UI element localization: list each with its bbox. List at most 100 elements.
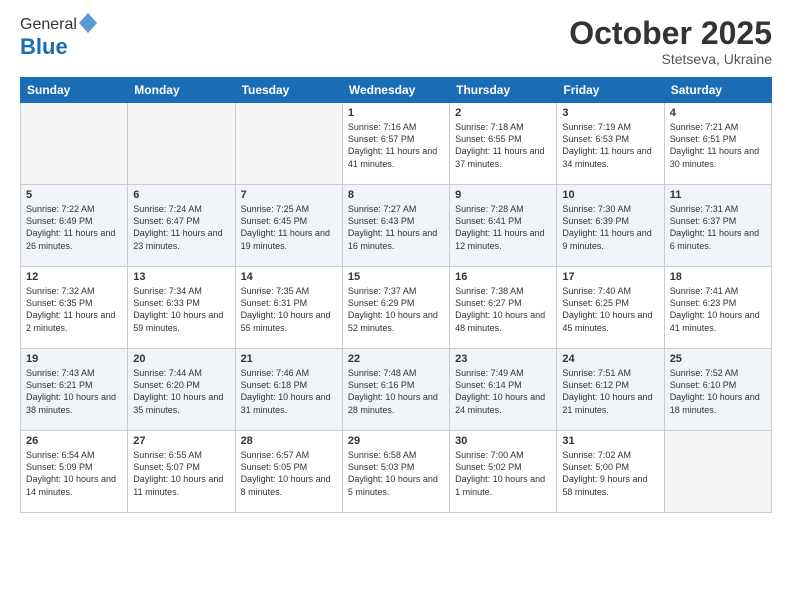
calendar-week-5: 26 Sunrise: 6:54 AMSunset: 5:09 PMDayligh… (21, 431, 772, 513)
table-row: 20 Sunrise: 7:44 AMSunset: 6:20 PMDayligh… (128, 349, 235, 431)
calendar-week-1: 1 Sunrise: 7:16 AMSunset: 6:57 PMDaylight… (21, 103, 772, 185)
day-info: Sunrise: 7:30 AMSunset: 6:39 PMDaylight:… (562, 203, 658, 252)
day-number: 22 (348, 353, 444, 365)
col-friday: Friday (557, 78, 664, 103)
logo: General Blue (20, 16, 97, 60)
day-number: 12 (26, 271, 122, 283)
day-number: 8 (348, 189, 444, 201)
table-row: 16 Sunrise: 7:38 AMSunset: 6:27 PMDayligh… (450, 267, 557, 349)
table-row: 1 Sunrise: 7:16 AMSunset: 6:57 PMDaylight… (342, 103, 449, 185)
day-number: 7 (241, 189, 337, 201)
day-info: Sunrise: 7:46 AMSunset: 6:18 PMDaylight:… (241, 367, 337, 416)
day-number: 3 (562, 107, 658, 119)
day-number: 26 (26, 435, 122, 447)
day-info: Sunrise: 7:52 AMSunset: 6:10 PMDaylight:… (670, 367, 766, 416)
table-row: 22Sunrise: 7:48 AMSunset: 6:16 PMDayligh… (342, 349, 449, 431)
day-info: Sunrise: 6:57 AMSunset: 5:05 PMDaylight:… (241, 449, 337, 498)
day-number: 27 (133, 435, 229, 447)
table-row: 10 Sunrise: 7:30 AMSunset: 6:39 PMDayligh… (557, 185, 664, 267)
col-thursday: Thursday (450, 78, 557, 103)
day-info: Sunrise: 6:54 AMSunset: 5:09 PMDaylight:… (26, 449, 122, 498)
day-info: Sunrise: 7:22 AMSunset: 6:49 PMDaylight:… (26, 203, 122, 252)
day-number: 15 (348, 271, 444, 283)
day-number: 21 (241, 353, 337, 365)
day-info: Sunrise: 7:00 AMSunset: 5:02 PMDaylight:… (455, 449, 551, 498)
table-row (664, 431, 771, 513)
calendar-table: Sunday Monday Tuesday Wednesday Thursday… (20, 77, 772, 513)
table-row: 29 Sunrise: 6:58 AMSunset: 5:03 PMDayligh… (342, 431, 449, 513)
table-row: 18Sunrise: 7:41 AMSunset: 6:23 PMDayligh… (664, 267, 771, 349)
table-row: 21 Sunrise: 7:46 AMSunset: 6:18 PMDayligh… (235, 349, 342, 431)
table-row: 17Sunrise: 7:40 AMSunset: 6:25 PMDayligh… (557, 267, 664, 349)
day-info: Sunrise: 7:18 AMSunset: 6:55 PMDaylight:… (455, 121, 551, 170)
table-row: 26 Sunrise: 6:54 AMSunset: 5:09 PMDayligh… (21, 431, 128, 513)
table-row: 11Sunrise: 7:31 AMSunset: 6:37 PMDayligh… (664, 185, 771, 267)
col-sunday: Sunday (21, 78, 128, 103)
table-row: 15 Sunrise: 7:37 AMSunset: 6:29 PMDayligh… (342, 267, 449, 349)
day-number: 29 (348, 435, 444, 447)
day-info: Sunrise: 7:19 AMSunset: 6:53 PMDaylight:… (562, 121, 658, 170)
location-subtitle: Stetseva, Ukraine (569, 51, 772, 67)
day-number: 5 (26, 189, 122, 201)
col-monday: Monday (128, 78, 235, 103)
day-number: 2 (455, 107, 551, 119)
day-number: 13 (133, 271, 229, 283)
day-number: 23 (455, 353, 551, 365)
day-number: 9 (455, 189, 551, 201)
table-row: 4 Sunrise: 7:21 AMSunset: 6:51 PMDaylight… (664, 103, 771, 185)
table-row (128, 103, 235, 185)
day-number: 1 (348, 107, 444, 119)
day-number: 18 (670, 271, 766, 283)
calendar-week-2: 5 Sunrise: 7:22 AMSunset: 6:49 PMDaylight… (21, 185, 772, 267)
day-info: Sunrise: 7:37 AMSunset: 6:29 PMDaylight:… (348, 285, 444, 334)
day-info: Sunrise: 7:49 AMSunset: 6:14 PMDaylight:… (455, 367, 551, 416)
day-info: Sunrise: 7:31 AMSunset: 6:37 PMDaylight:… (670, 203, 766, 252)
logo-general-text: General (20, 16, 77, 34)
day-info: Sunrise: 7:21 AMSunset: 6:51 PMDaylight:… (670, 121, 766, 170)
day-number: 20 (133, 353, 229, 365)
day-info: Sunrise: 7:32 AMSunset: 6:35 PMDaylight:… (26, 285, 122, 334)
table-row: 23 Sunrise: 7:49 AMSunset: 6:14 PMDayligh… (450, 349, 557, 431)
title-block: October 2025 Stetseva, Ukraine (569, 16, 772, 67)
day-info: Sunrise: 7:28 AMSunset: 6:41 PMDaylight:… (455, 203, 551, 252)
day-number: 28 (241, 435, 337, 447)
table-row: 24Sunrise: 7:51 AMSunset: 6:12 PMDayligh… (557, 349, 664, 431)
table-row: 9 Sunrise: 7:28 AMSunset: 6:41 PMDaylight… (450, 185, 557, 267)
day-info: Sunrise: 7:35 AMSunset: 6:31 PMDaylight:… (241, 285, 337, 334)
table-row: 7 Sunrise: 7:25 AMSunset: 6:45 PMDaylight… (235, 185, 342, 267)
day-number: 16 (455, 271, 551, 283)
day-info: Sunrise: 7:27 AMSunset: 6:43 PMDaylight:… (348, 203, 444, 252)
table-row: 28 Sunrise: 6:57 AMSunset: 5:05 PMDayligh… (235, 431, 342, 513)
table-row: 6Sunrise: 7:24 AMSunset: 6:47 PMDaylight… (128, 185, 235, 267)
table-row: 19 Sunrise: 7:43 AMSunset: 6:21 PMDayligh… (21, 349, 128, 431)
col-wednesday: Wednesday (342, 78, 449, 103)
header: General Blue October 2025 Stetseva, Ukra… (20, 16, 772, 67)
day-info: Sunrise: 6:58 AMSunset: 5:03 PMDaylight:… (348, 449, 444, 498)
table-row: 2 Sunrise: 7:18 AMSunset: 6:55 PMDaylight… (450, 103, 557, 185)
day-number: 4 (670, 107, 766, 119)
day-number: 14 (241, 271, 337, 283)
day-info: Sunrise: 7:40 AMSunset: 6:25 PMDaylight:… (562, 285, 658, 334)
day-number: 25 (670, 353, 766, 365)
day-number: 10 (562, 189, 658, 201)
table-row: 5 Sunrise: 7:22 AMSunset: 6:49 PMDaylight… (21, 185, 128, 267)
table-row (21, 103, 128, 185)
month-title: October 2025 (569, 16, 772, 51)
day-info: Sunrise: 7:34 AMSunset: 6:33 PMDaylight:… (133, 285, 229, 334)
day-info: Sunrise: 7:38 AMSunset: 6:27 PMDaylight:… (455, 285, 551, 334)
table-row: 25 Sunrise: 7:52 AMSunset: 6:10 PMDayligh… (664, 349, 771, 431)
day-info: Sunrise: 7:43 AMSunset: 6:21 PMDaylight:… (26, 367, 122, 416)
calendar-week-4: 19 Sunrise: 7:43 AMSunset: 6:21 PMDayligh… (21, 349, 772, 431)
day-info: Sunrise: 7:02 AMSunset: 5:00 PMDaylight:… (562, 449, 658, 498)
day-info: Sunrise: 7:44 AMSunset: 6:20 PMDaylight:… (133, 367, 229, 416)
day-number: 19 (26, 353, 122, 365)
table-row: 8 Sunrise: 7:27 AMSunset: 6:43 PMDaylight… (342, 185, 449, 267)
day-info: Sunrise: 6:55 AMSunset: 5:07 PMDaylight:… (133, 449, 229, 498)
day-number: 31 (562, 435, 658, 447)
day-info: Sunrise: 7:24 AMSunset: 6:47 PMDaylight:… (133, 203, 229, 252)
day-info: Sunrise: 7:16 AMSunset: 6:57 PMDaylight:… (348, 121, 444, 170)
day-number: 30 (455, 435, 551, 447)
day-info: Sunrise: 7:25 AMSunset: 6:45 PMDaylight:… (241, 203, 337, 252)
calendar-header-row: Sunday Monday Tuesday Wednesday Thursday… (21, 78, 772, 103)
day-number: 24 (562, 353, 658, 365)
